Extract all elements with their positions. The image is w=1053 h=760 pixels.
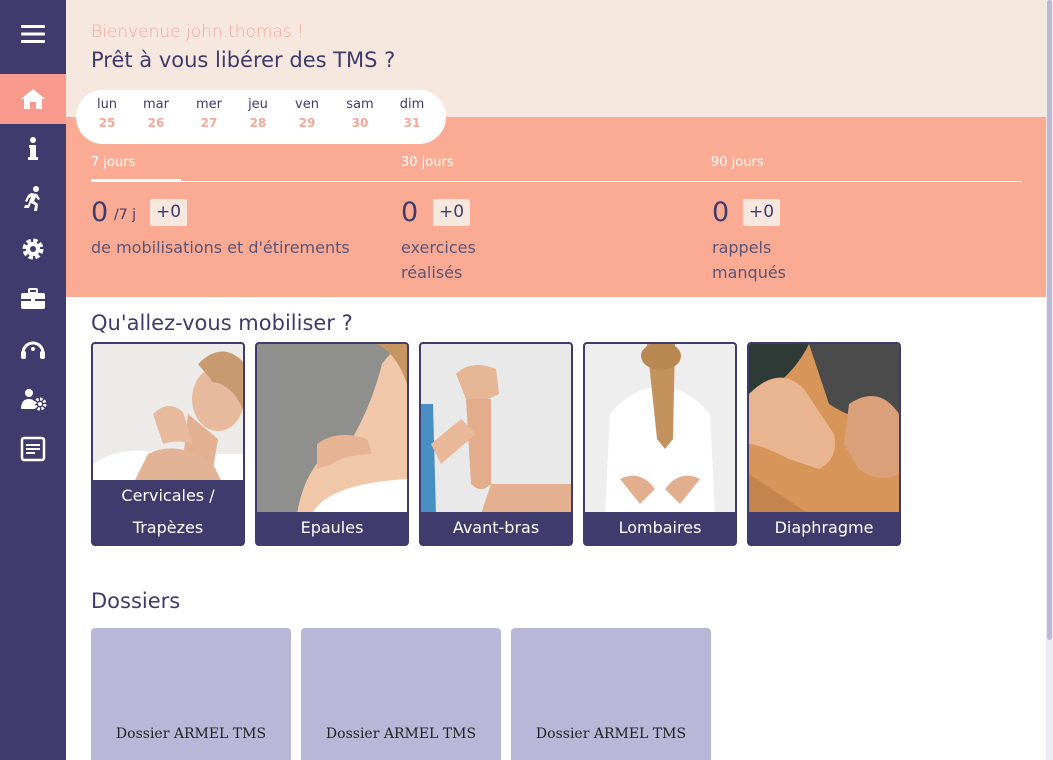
stat-delta-30: +0 — [433, 199, 471, 226]
diaphragm-photo — [749, 344, 899, 514]
day-sun[interactable]: dim 31 — [387, 97, 437, 130]
info-icon — [28, 137, 38, 160]
page-scrollbar[interactable] — [1046, 0, 1053, 760]
shoulder-photo — [257, 344, 407, 514]
sidebar-item-documents[interactable] — [0, 424, 66, 474]
week-calendar: lun 25 mar 26 mer 27 jeu 28 ven 29 sam 30 dim 3… — [76, 90, 446, 144]
stat-desc-30: exercices réalisés — [401, 238, 476, 282]
dossier-card[interactable]: Dossier ARMEL TMS — [91, 628, 291, 760]
mobiliser-title: Qu'allez-vous mobiliser ? — [91, 311, 353, 335]
tab-30-days[interactable]: 30 jours — [401, 155, 454, 170]
headset-icon — [21, 341, 45, 359]
stat-delta-7: +0 — [150, 199, 188, 226]
welcome-text: Bienvenue john.thomas ! — [91, 22, 304, 42]
stats-panel: 7 jours 30 jours 90 jours 0 /7 j +0 de m… — [66, 117, 1046, 297]
dossier-label: Dossier ARMEL TMS — [115, 726, 267, 742]
dossier-label: Dossier ARMEL TMS — [325, 726, 477, 742]
stat-value-30: 0 — [401, 197, 419, 228]
forearm-photo — [421, 344, 571, 514]
menu-button[interactable] — [0, 9, 66, 59]
card-epaules[interactable]: Epaules — [255, 342, 409, 546]
card-label-avant-bras: Avant-bras — [421, 512, 571, 544]
dossier-label: Dossier ARMEL TMS — [535, 726, 687, 742]
dossier-card[interactable]: Dossier ARMEL TMS — [301, 628, 501, 760]
menu-icon — [21, 25, 45, 43]
page-headline: Prêt à vous libérer des TMS ? — [91, 48, 396, 72]
user-settings-icon — [21, 389, 47, 411]
day-mon[interactable]: lun 25 — [82, 97, 132, 130]
tab-90-days[interactable]: 90 jours — [711, 155, 764, 170]
sidebar-item-settings[interactable] — [0, 224, 66, 274]
stat-desc-7: de mobilisations et d'étirements — [91, 238, 350, 257]
day-sat[interactable]: sam 30 — [335, 97, 385, 130]
document-icon — [20, 436, 46, 462]
active-tab-indicator — [91, 179, 181, 182]
card-avant-bras[interactable]: Avant-bras — [419, 342, 573, 546]
sidebar-item-support[interactable] — [0, 324, 66, 374]
sidebar-item-exercises[interactable] — [0, 174, 66, 224]
stat-delta-90: +0 — [743, 199, 781, 226]
card-diaphragme[interactable]: Diaphragme — [747, 342, 901, 546]
day-wed[interactable]: mer 27 — [184, 97, 234, 130]
sidebar-item-home[interactable] — [0, 74, 66, 124]
stat-value-7: 0 — [91, 197, 109, 228]
card-label-diaphragme: Diaphragme — [749, 512, 899, 544]
sidebar — [0, 0, 66, 760]
day-tue[interactable]: mar 26 — [131, 97, 181, 130]
sidebar-item-admin[interactable] — [0, 374, 66, 424]
scrollbar-thumb[interactable] — [1047, 0, 1052, 640]
gear-icon — [22, 238, 44, 260]
card-label-epaules: Epaules — [257, 512, 407, 544]
home-icon — [21, 89, 45, 109]
card-label-lombaires: Lombaires — [585, 512, 735, 544]
sidebar-item-info[interactable] — [0, 124, 66, 174]
running-icon — [24, 186, 40, 211]
stat-denom-7: /7 j — [114, 207, 136, 223]
card-cervicales[interactable]: Cervicales / Trapèzes — [91, 342, 245, 546]
card-label-cervicales: Cervicales / Trapèzes — [93, 480, 243, 544]
stat-value-90: 0 — [712, 197, 730, 228]
day-thu[interactable]: jeu 28 — [233, 97, 283, 130]
stat-desc-90: rappels manqués — [712, 238, 787, 282]
sidebar-item-work[interactable] — [0, 274, 66, 324]
day-fri[interactable]: ven 29 — [282, 97, 332, 130]
lower-back-photo — [585, 344, 735, 514]
dossier-card[interactable]: Dossier ARMEL TMS — [511, 628, 711, 760]
briefcase-icon — [21, 288, 45, 309]
tab-7-days[interactable]: 7 jours — [91, 155, 135, 170]
dossiers-title: Dossiers — [91, 589, 181, 613]
tabs-divider — [91, 181, 1022, 182]
card-lombaires[interactable]: Lombaires — [583, 342, 737, 546]
